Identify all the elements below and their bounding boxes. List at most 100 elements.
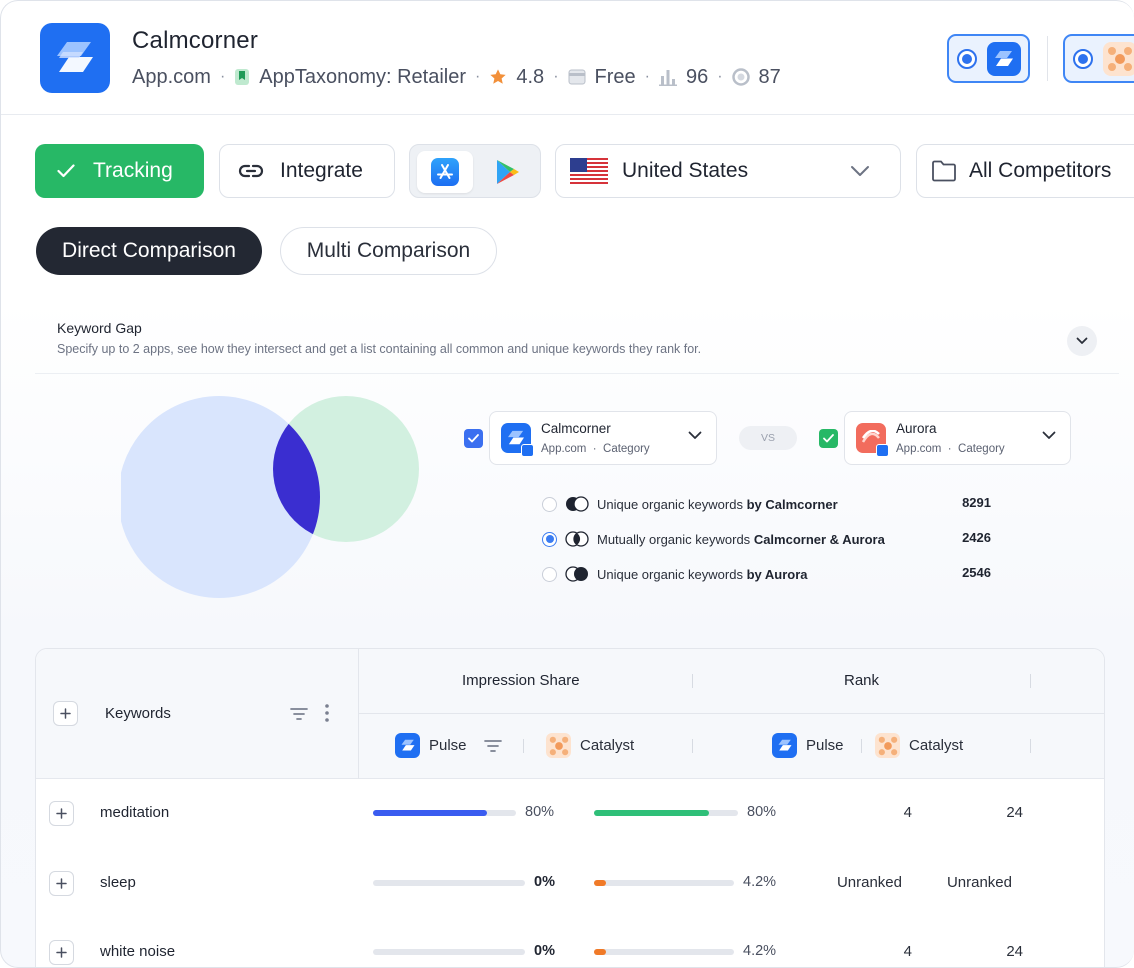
check-icon xyxy=(57,164,75,178)
us-flag-icon xyxy=(570,158,608,184)
option-count: 2546 xyxy=(962,565,991,580)
app-b-meta: App.com · Category xyxy=(896,443,1005,455)
folder-icon xyxy=(932,160,956,182)
keyword-gap-title: Keyword Gap xyxy=(57,320,142,336)
competitors-select[interactable]: All Competitors xyxy=(916,144,1134,198)
pulse-rank: 4 xyxy=(903,804,912,821)
header-divider-line xyxy=(1,114,1134,115)
rating-value: 4.8 xyxy=(516,65,545,88)
column-divider xyxy=(358,649,359,779)
app-b-name: Aurora xyxy=(896,421,937,436)
collapse-button[interactable] xyxy=(1067,326,1097,356)
keyword-text[interactable]: meditation xyxy=(100,804,169,821)
header-tick xyxy=(692,739,693,753)
taxonomy-label: AppTaxonomy: Retailer xyxy=(259,65,467,88)
plus-icon xyxy=(56,808,67,819)
competitors-label: All Competitors xyxy=(969,159,1112,182)
keyword-text[interactable]: white noise xyxy=(100,943,175,960)
app-a-select[interactable]: Calmcorner App.com · Category xyxy=(489,411,717,465)
catalyst-app-icon xyxy=(1103,41,1134,76)
selected-app-pulse[interactable] xyxy=(947,34,1030,83)
app-meta: App.com · AppTaxonomy: Retailer · 4.8 · … xyxy=(132,64,781,90)
chevron-down-icon xyxy=(1042,431,1056,439)
pulse-rank: 4 xyxy=(903,943,912,960)
check-icon xyxy=(823,434,834,443)
price-value: Free xyxy=(594,65,636,88)
impression-pulse-header: Pulse xyxy=(395,733,502,758)
bar-chart-icon xyxy=(658,68,677,86)
catalyst-rank: 24 xyxy=(1006,804,1023,821)
chevron-down-icon xyxy=(688,431,702,439)
plus-icon xyxy=(56,947,67,958)
keyword-text[interactable]: sleep xyxy=(100,874,136,891)
bar-fill xyxy=(594,810,709,816)
app-window: Calmcorner App.com · AppTaxonomy: Retail… xyxy=(0,0,1134,968)
keyword-gap-subtitle: Specify up to 2 apps, see how they inter… xyxy=(57,342,702,356)
aurora-checkbox[interactable] xyxy=(819,429,838,448)
google-play-icon xyxy=(497,160,519,184)
store-toggle xyxy=(409,144,541,198)
chevron-down-icon xyxy=(1076,337,1088,344)
catalyst-label: Catalyst xyxy=(909,737,964,754)
app-b-select[interactable]: Aurora App.com · Category xyxy=(844,411,1071,465)
option-unique-calmcorner[interactable]: Unique organic keywords by Calmcorner xyxy=(542,494,838,514)
more-vertical-icon[interactable] xyxy=(325,704,329,722)
filter-icon[interactable] xyxy=(290,707,308,721)
score-b-value: 87 xyxy=(758,65,781,88)
expand-row-button[interactable] xyxy=(49,871,74,896)
header-tick xyxy=(692,674,693,688)
selected-app-catalyst[interactable] xyxy=(1063,34,1134,83)
pulse-share-bar xyxy=(373,949,525,955)
expand-row-button[interactable] xyxy=(49,801,74,826)
table-header: Keywords Impression Share Rank Pulse Cat… xyxy=(36,649,1104,779)
catalyst-rank: 24 xyxy=(1006,943,1023,960)
venn-left-icon xyxy=(566,496,589,512)
tab-direct-comparison[interactable]: Direct Comparison xyxy=(36,227,262,275)
pulse-rank: Unranked xyxy=(836,874,902,891)
bookmark-icon xyxy=(234,68,250,86)
pulse-share-bar xyxy=(373,880,525,886)
app-store-badge-icon xyxy=(521,444,534,457)
header-tick xyxy=(861,739,862,753)
option-label: Mutually organic keywords Calmcorner & A… xyxy=(597,531,885,547)
radio-unselected-icon xyxy=(542,496,557,512)
check-icon xyxy=(468,434,479,443)
bar-fill xyxy=(594,949,606,955)
google-play-toggle[interactable] xyxy=(482,151,534,193)
header-tick xyxy=(1030,739,1031,753)
calmcorner-logo-icon xyxy=(57,42,93,72)
catalyst-share-value: 4.2% xyxy=(743,943,777,959)
country-label: United States xyxy=(622,159,749,182)
developer-name[interactable]: App.com xyxy=(132,66,211,89)
option-unique-aurora[interactable]: Unique organic keywords by Aurora xyxy=(542,564,808,584)
section-divider xyxy=(35,373,1119,374)
country-select[interactable]: United States xyxy=(555,144,901,198)
tracking-button[interactable]: Tracking xyxy=(35,144,204,198)
venn-intersect-icon xyxy=(565,531,589,547)
app-store-toggle[interactable] xyxy=(417,151,473,193)
separator-dot: · xyxy=(717,68,723,85)
integrate-button[interactable]: Integrate xyxy=(219,144,395,198)
separator-dot: · xyxy=(475,68,481,85)
plus-icon xyxy=(56,878,67,889)
catalyst-share-bar xyxy=(594,880,734,886)
expand-all-button[interactable] xyxy=(53,701,78,726)
tab-multi-comparison[interactable]: Multi Comparison xyxy=(280,227,497,275)
header-tick xyxy=(523,739,524,753)
filter-icon[interactable] xyxy=(483,739,502,753)
expand-row-button[interactable] xyxy=(49,940,74,965)
app-a-meta: App.com · Category xyxy=(541,443,650,455)
catalyst-share-value: 4.2% xyxy=(743,874,777,890)
tracking-label: Tracking xyxy=(93,159,173,182)
score-a-value: 96 xyxy=(685,65,709,88)
calmcorner-checkbox[interactable] xyxy=(464,429,483,448)
pulse-app-icon xyxy=(987,41,1021,76)
separator-dot: · xyxy=(644,68,650,85)
catalyst-rank: Unranked xyxy=(946,874,1012,891)
option-mutual[interactable]: Mutually organic keywords Calmcorner & A… xyxy=(542,529,885,549)
pulse-app-icon xyxy=(772,733,797,758)
separator-dot: · xyxy=(219,68,226,85)
app-title: Calmcorner xyxy=(132,27,259,54)
pulse-label: Pulse xyxy=(429,737,467,754)
bar-fill xyxy=(594,880,606,886)
